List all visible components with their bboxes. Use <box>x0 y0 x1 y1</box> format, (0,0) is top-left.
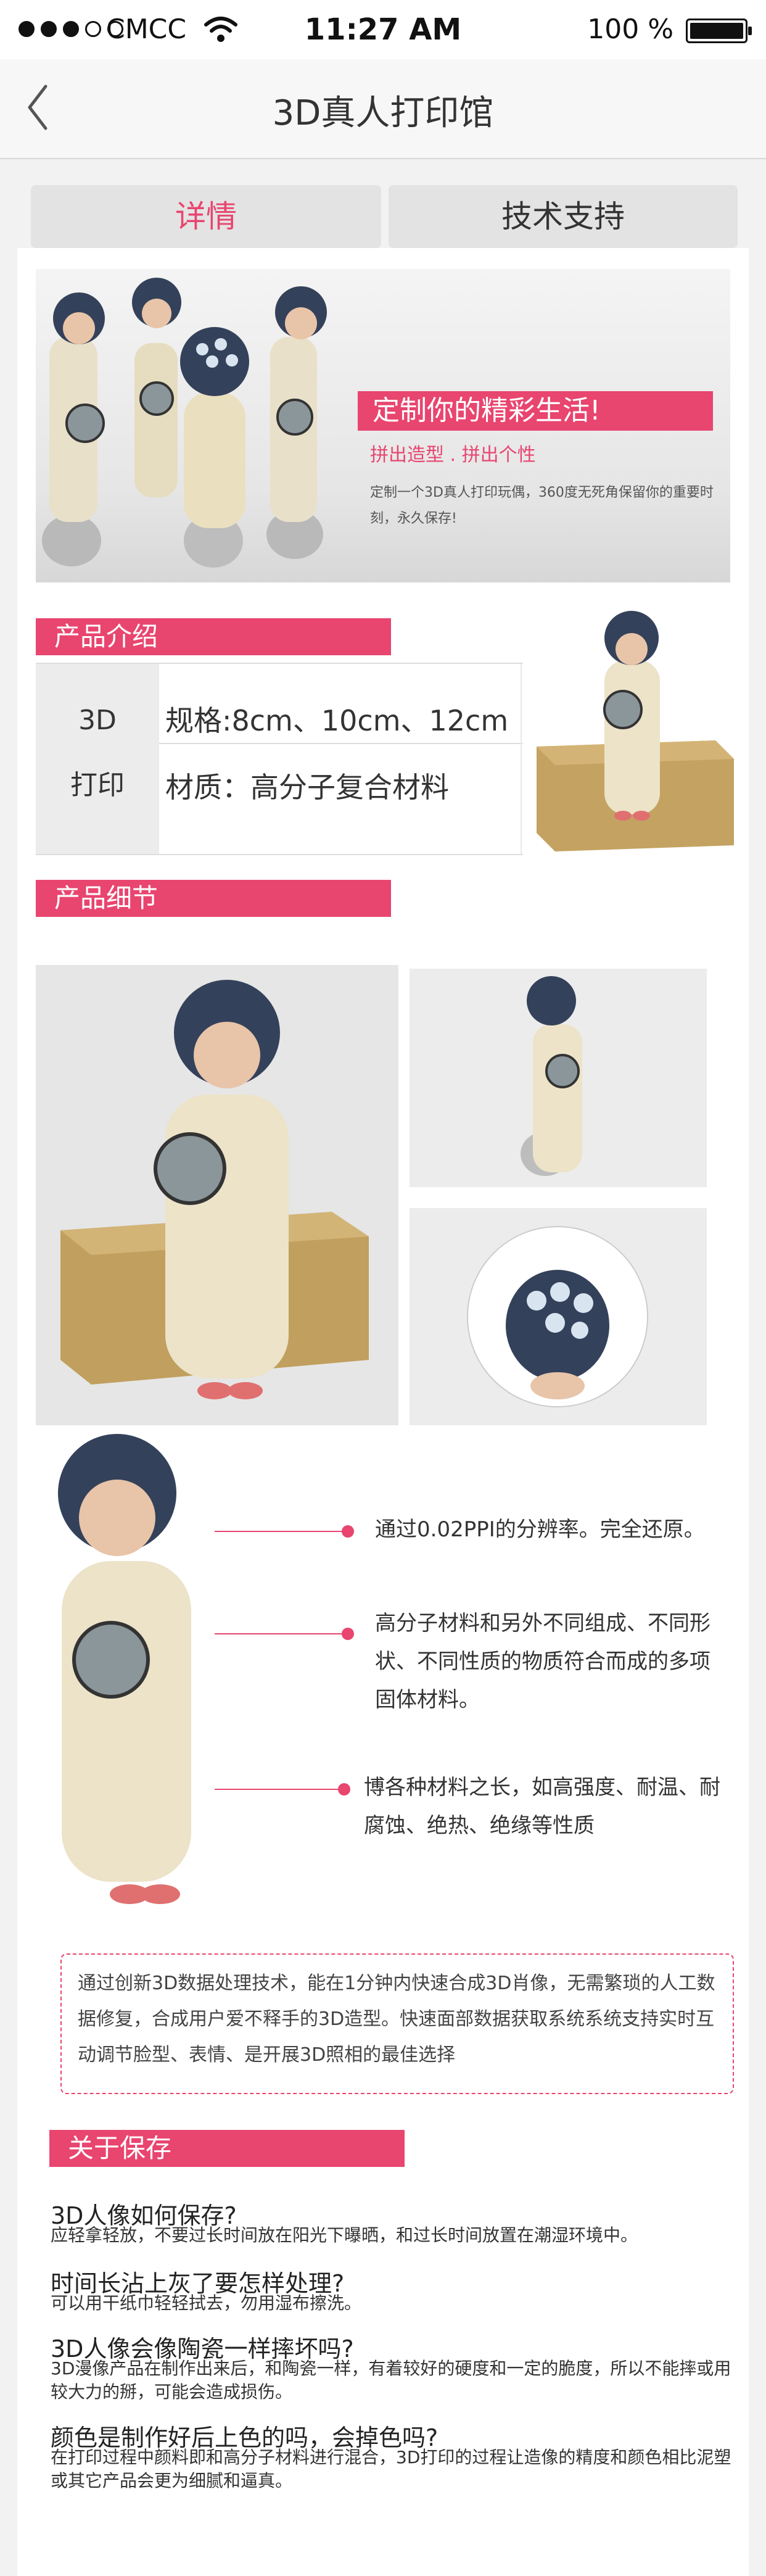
detail-photo-side <box>410 969 707 1187</box>
feature-item: 通过0.02PPI的分辨率。完全还原。 <box>375 1517 705 1542</box>
navigation-bar: 3D真人打印馆 <box>0 59 766 159</box>
faq-answer: 在打印过程中颜料即和高分子材料进行混合，3D打印的过程让造像的精度和颜色相比泥塑… <box>51 2447 731 2491</box>
spec-divider <box>159 743 523 744</box>
feature-connector-line <box>215 1531 344 1532</box>
hero-slogan: 定制你的精彩生活! <box>358 391 713 431</box>
faq-answer: 3D漫像产品在制作出来后，和陶瓷一样，有着较好的硬度和一定的脆度，所以不能摔或用… <box>51 2358 731 2402</box>
battery-percent: 100 % <box>587 14 673 45</box>
page-title: 3D真人打印馆 <box>272 93 494 133</box>
detail-photo-top <box>410 1208 707 1425</box>
figurine-feature-image <box>58 1434 191 1904</box>
faq-answer: 应轻拿轻放，不要过长时间放在阳光下曝晒，和过长时间放置在潮湿环境中。 <box>51 2225 638 2245</box>
feature-item: 博各种材料之长，如高强度、耐温、耐腐蚀、绝热、绝缘等性质 <box>364 1775 720 1838</box>
spec-label-cell <box>36 664 159 854</box>
feature-bullet-dot <box>342 1628 354 1640</box>
technology-note: 通过创新3D数据处理技术，能在1分钟内快速合成3D肖像，无需繁琐的人工数据修复，… <box>60 1953 734 2094</box>
section-header-product-intro: 产品介绍 <box>36 618 391 655</box>
spec-size: 规格:8cm、10cm、12cm <box>165 704 509 737</box>
figurine-on-box-image <box>537 611 734 851</box>
hero-subtitle: 拼出造型 . 拼出个性 <box>370 444 536 466</box>
feature-connector-line <box>215 1633 344 1634</box>
hero-description: 定制一个3D真人打印玩偶，360度无死角保留你的重要时刻，永久保存! <box>370 485 714 526</box>
tab-details[interactable]: 详情 <box>31 185 381 248</box>
detail-photo-front <box>36 965 398 1425</box>
faq-answer: 可以用干纸巾轻轻拭去，勿用湿布擦洗。 <box>51 2293 362 2313</box>
feature-item: 高分子材料和另外不同组成、不同形状、不同性质的物质符合而成的多项固体材料。 <box>375 1611 710 1712</box>
section-header-product-detail: 产品细节 <box>36 880 391 917</box>
spec-divider-vertical <box>521 664 522 854</box>
spec-label-print: 打印 <box>70 769 125 801</box>
battery-icon <box>686 19 752 43</box>
feature-connector-line <box>215 1789 338 1790</box>
tab-tech-support[interactable]: 技术支持 <box>389 185 738 248</box>
feature-bullet-dot <box>342 1525 354 1538</box>
spec-label-3d: 3D <box>78 705 117 736</box>
feature-bullet-dot <box>338 1783 350 1795</box>
spec-material: 材质：高分子复合材料 <box>165 771 449 804</box>
section-header-storage: 关于保存 <box>49 2130 405 2167</box>
